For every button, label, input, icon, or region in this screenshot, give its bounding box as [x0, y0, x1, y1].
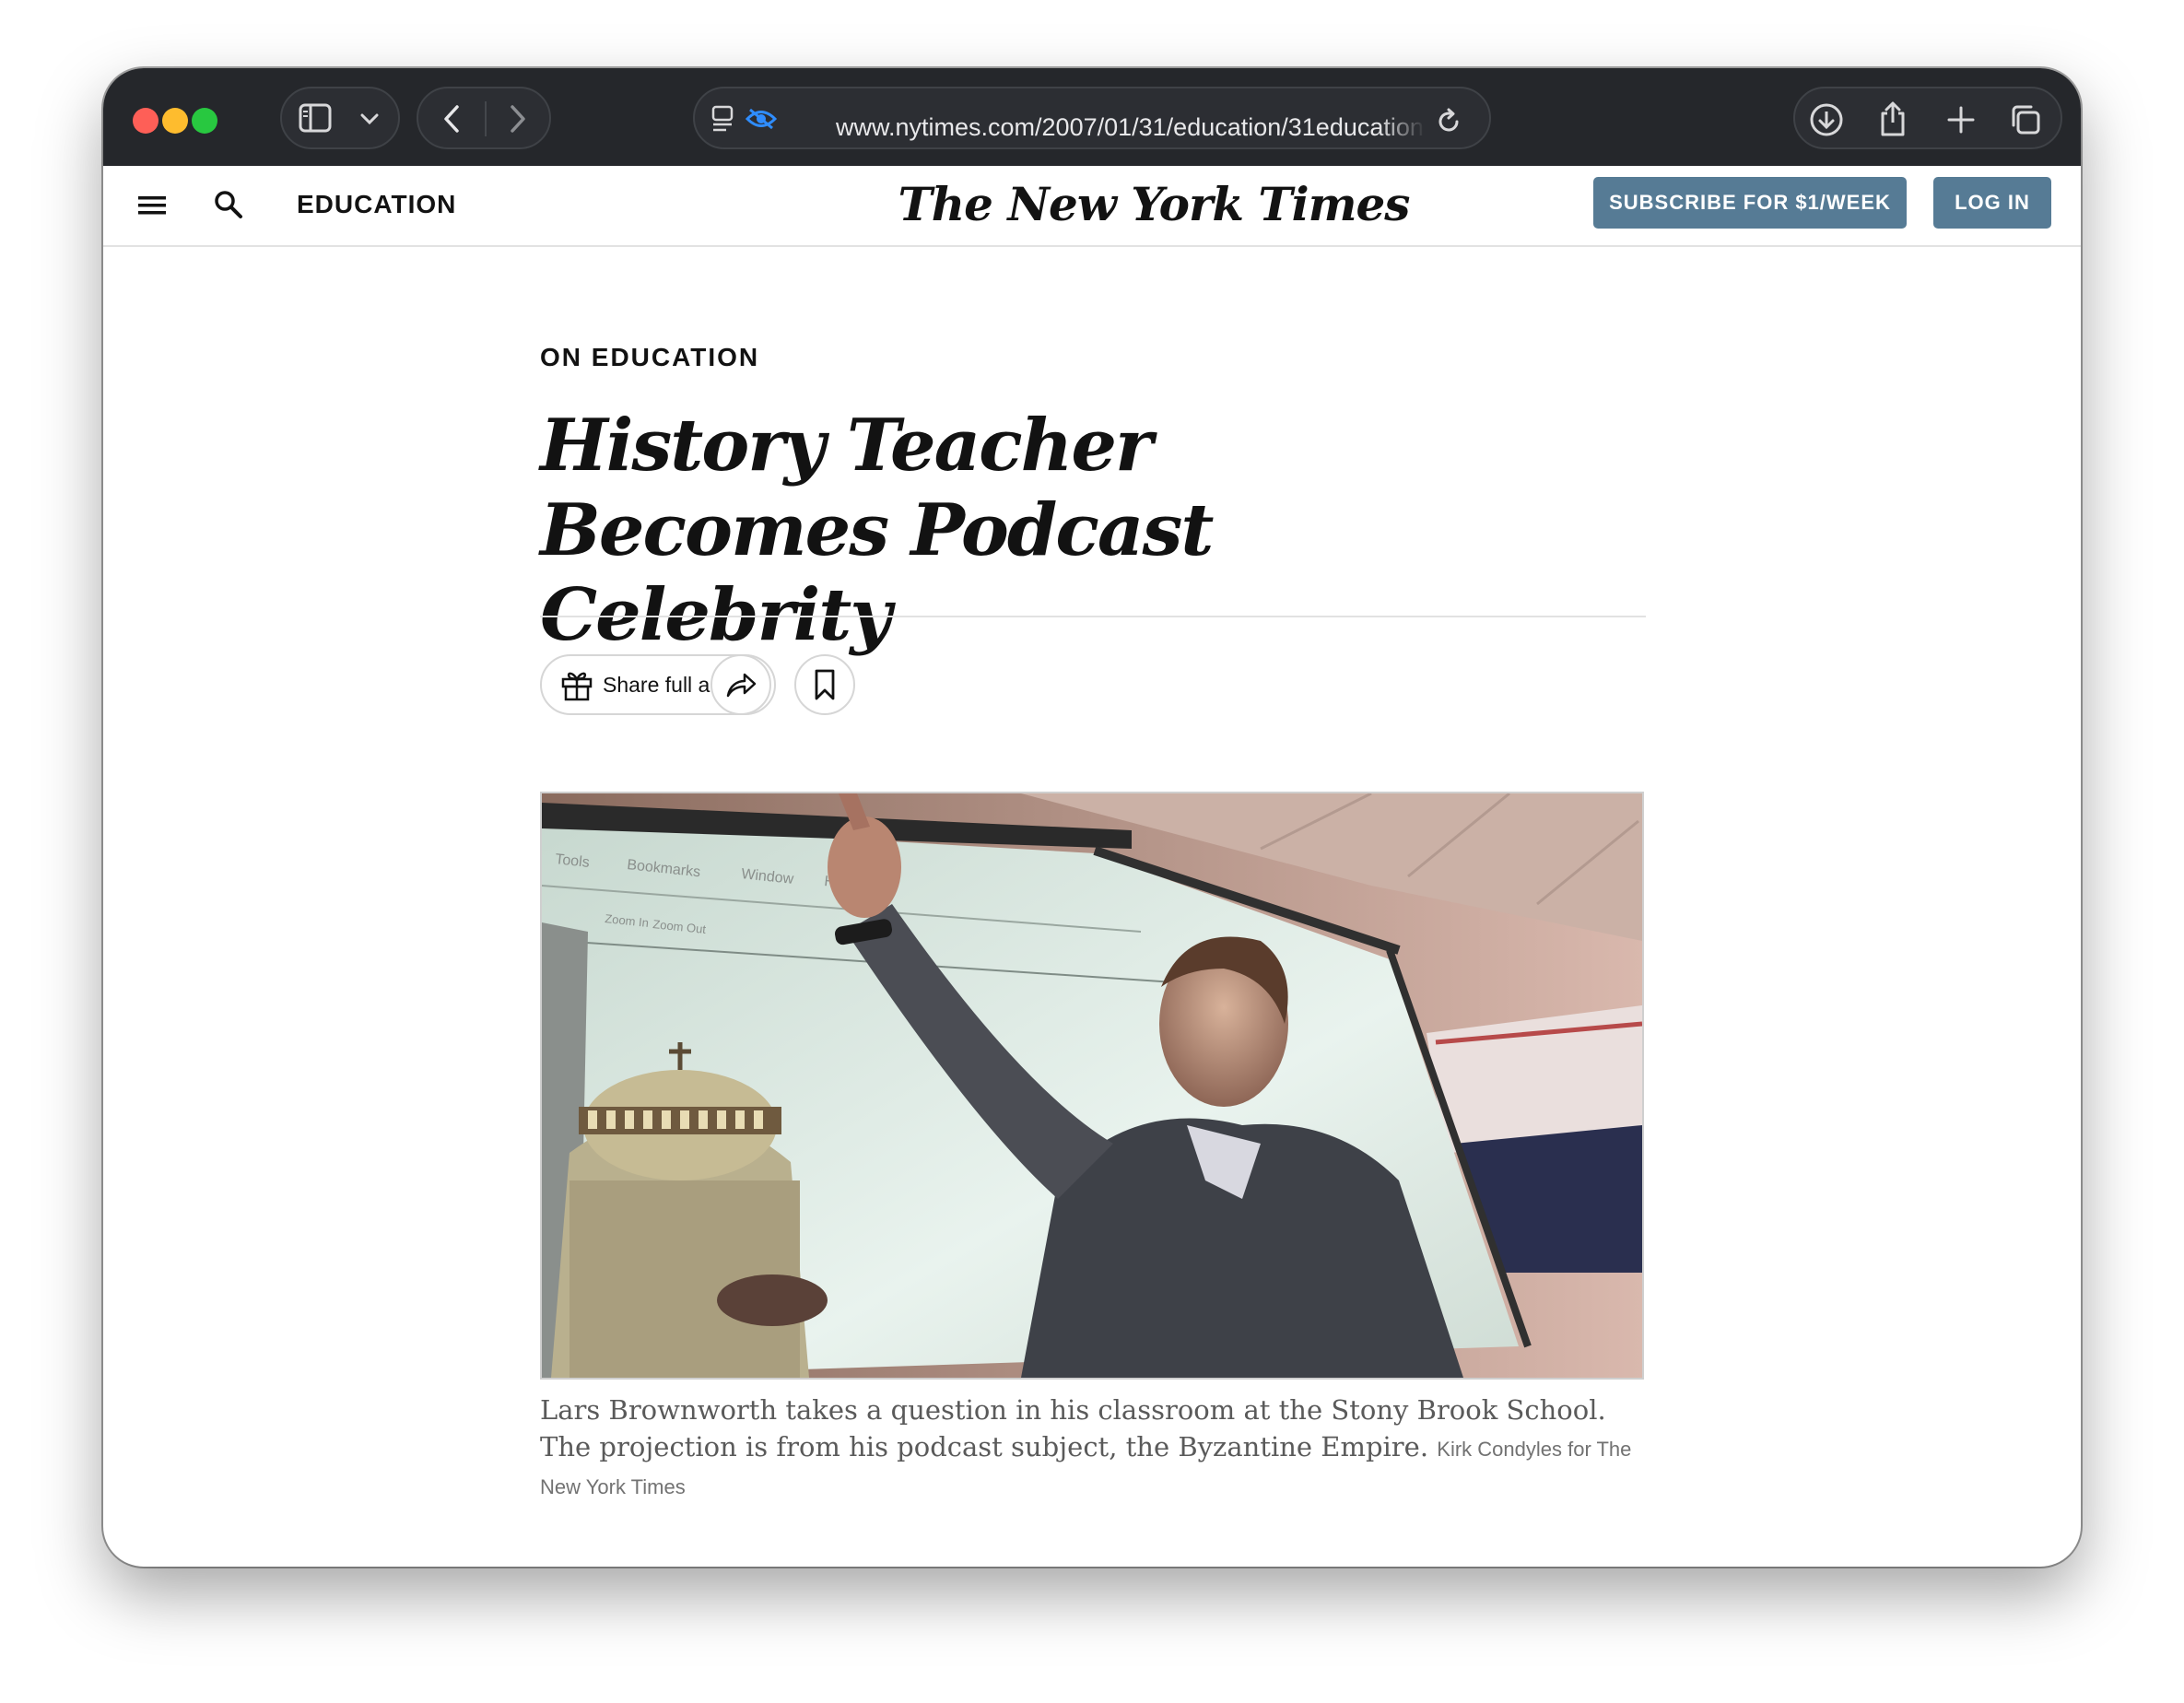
- save-bookmark-button[interactable]: [794, 654, 855, 715]
- subscribe-button[interactable]: SUBSCRIBE FOR $1/WEEK: [1593, 177, 1907, 229]
- nyt-logo[interactable]: The New York Times: [877, 177, 1430, 231]
- search-icon[interactable]: [212, 188, 245, 221]
- forward-icon[interactable]: [499, 101, 536, 136]
- share-button[interactable]: [710, 654, 771, 715]
- article-photo: Tools Bookmarks Window Help Zoom In Zoom…: [540, 792, 1644, 1380]
- close-window-button[interactable]: [133, 108, 159, 134]
- url-text[interactable]: www.nytimes.com/2007/01/31/education/31e…: [836, 111, 1426, 144]
- headline-divider: [540, 616, 1646, 617]
- download-icon[interactable]: [1806, 100, 1847, 140]
- reload-icon[interactable]: [1430, 103, 1467, 140]
- photo-illustration: Tools Bookmarks Window Help Zoom In Zoom…: [542, 793, 1642, 1378]
- sidebar-control: [280, 87, 400, 149]
- article-kicker[interactable]: ON EDUCATION: [540, 343, 759, 372]
- minimize-window-button[interactable]: [162, 108, 188, 134]
- section-link[interactable]: EDUCATION: [297, 190, 456, 219]
- back-icon[interactable]: [433, 101, 470, 136]
- share-arrow-icon: [724, 671, 757, 699]
- browser-toolbar: www.nytimes.com/2007/01/31/education/31e…: [103, 68, 2081, 166]
- photo-caption: Lars Brownworth takes a question in his …: [540, 1392, 1655, 1504]
- site-header: EDUCATION The New York Times SUBSCRIBE F…: [103, 166, 2081, 247]
- gift-icon: [560, 668, 593, 701]
- nav-divider: [485, 101, 487, 136]
- browser-window: www.nytimes.com/2007/01/31/education/31e…: [103, 68, 2081, 1567]
- menu-icon[interactable]: [136, 190, 168, 221]
- login-button[interactable]: LOG IN: [1933, 177, 2051, 229]
- chevron-down-icon[interactable]: [356, 105, 383, 133]
- tab-overview-icon[interactable]: [2005, 100, 2046, 140]
- share-icon[interactable]: [1873, 98, 1913, 140]
- bookmark-icon: [814, 669, 836, 700]
- new-tab-icon[interactable]: [1941, 100, 1981, 140]
- article-headline: History Teacher Becomes Podcast Celebrit…: [540, 404, 1214, 657]
- zoom-window-button[interactable]: [192, 108, 217, 134]
- navigation-control: [417, 87, 551, 149]
- toolbar-actions: [1793, 87, 2062, 149]
- sidebar-icon[interactable]: [297, 101, 334, 135]
- page-menu-icon[interactable]: [708, 103, 739, 135]
- privacy-eye-icon[interactable]: [743, 103, 780, 135]
